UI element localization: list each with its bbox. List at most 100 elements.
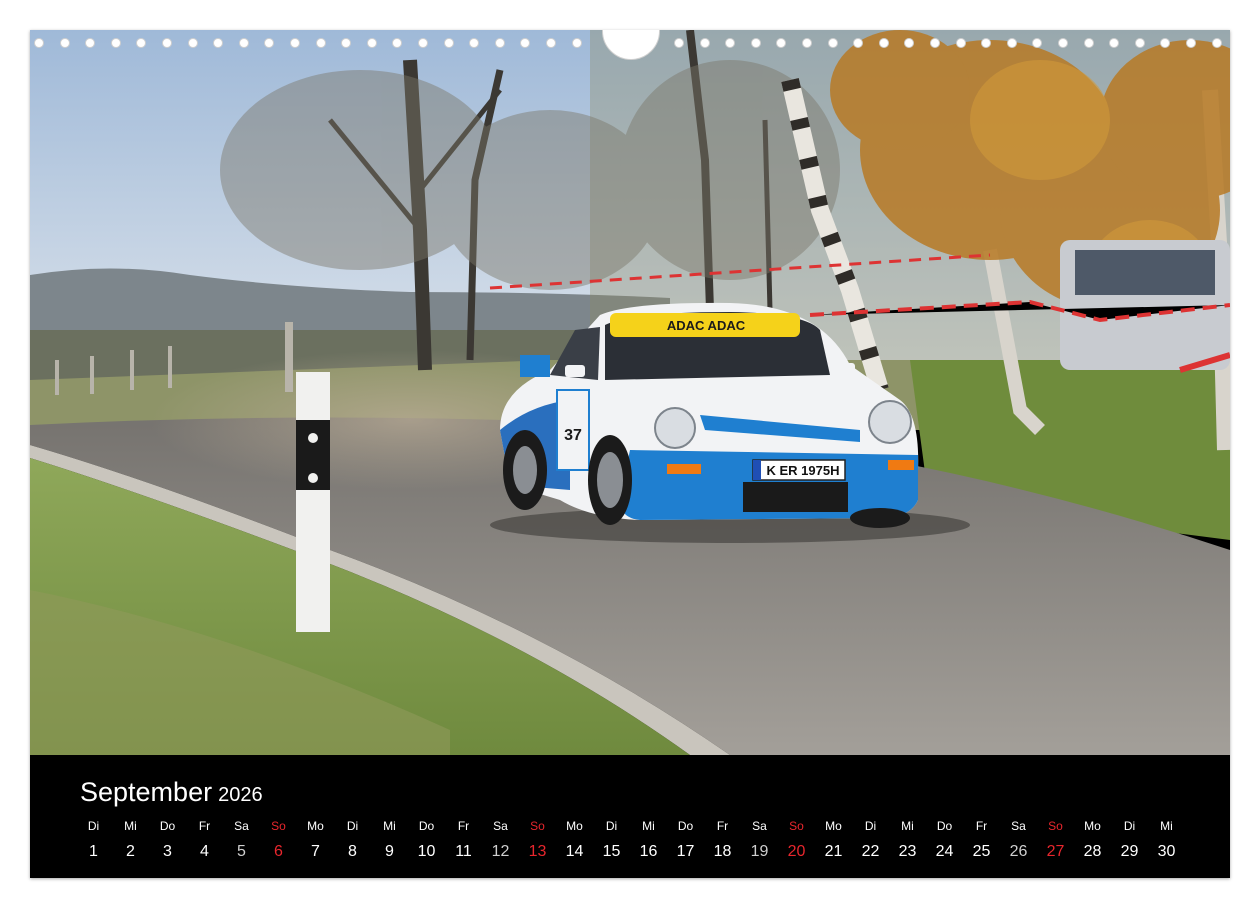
day-cell: Do 10 [408,819,445,861]
binding-hole [930,38,940,48]
day-number: 17 [676,843,695,860]
binding-hole [290,38,300,48]
weekday-label: Mi [383,819,396,833]
binding-hole [238,38,249,48]
day-number: 30 [1157,843,1176,860]
weekday-label: Do [418,819,435,833]
day-cell: Fr 18 [704,819,741,861]
binding-hole [853,38,864,48]
day-cell: Mo 28 [1074,819,1111,861]
weekday-label: So [530,819,545,833]
windshield-banner: ADAC ADAC [667,318,746,333]
day-cell: Sa 12 [482,819,519,861]
hanger-notch [602,30,660,60]
day-cell: Mo 14 [556,819,593,861]
day-cell: Di 15 [593,819,630,861]
day-number: 1 [89,843,98,860]
day-number: 24 [935,843,954,860]
binding-hole [366,38,377,48]
weekday-label: Sa [1011,819,1026,833]
day-number: 9 [385,843,394,860]
calendar-title: September 2026 [80,777,263,808]
day-cell: Do 24 [926,819,963,861]
day-number: 25 [972,843,991,860]
day-grid: Di 1 Mi 2 Do 3 Fr 4 Sa 5 So 6 Mo 7 Di 8 Mi 9 Do 10 Fr 11 Sa 12 S… [75,819,1185,869]
day-cell: So 27 [1037,819,1074,861]
binding-hole [469,38,480,48]
weekday-label: Mo [1084,819,1101,833]
day-number: 3 [163,843,172,860]
binding-hole [59,38,70,48]
day-number: 6 [274,843,283,860]
weekday-label: Do [677,819,694,833]
binding-hole [315,38,326,48]
binding-hole [1032,38,1043,48]
binding-hole [571,38,582,48]
day-number: 14 [565,843,584,860]
binding-hole [981,38,992,48]
weekday-label: Fr [457,819,470,833]
binding-hole [725,38,736,48]
binding-hole [213,38,224,48]
binding-hole [1109,38,1120,48]
day-number: 22 [861,843,880,860]
weekday-label: Mo [825,819,842,833]
day-cell: Fr 11 [445,819,482,861]
day-number: 19 [750,843,769,860]
day-number: 21 [824,843,843,860]
day-cell: Di 29 [1111,819,1148,861]
day-cell: Mi 9 [371,819,408,861]
day-cell: So 13 [519,819,556,861]
weekday-label: Di [346,819,359,833]
binding-hole [34,38,44,48]
binding-hole [904,38,915,48]
weekday-label: Mi [124,819,137,833]
weekday-label: So [271,819,286,833]
day-cell: Mi 30 [1148,819,1185,861]
weekday-label: Mi [901,819,914,833]
day-cell: Di 8 [334,819,371,861]
binding-hole [520,38,531,48]
weekday-label: Sa [234,819,249,833]
rally-car-photo: ADAC ADAC 37 K ER 1975H [30,30,1230,755]
binding-hole [136,38,147,48]
weekday-label: Fr [716,819,729,833]
weekday-label: Di [605,819,618,833]
binding-hole [699,38,710,48]
binding-hole [674,38,684,48]
wire-binding [30,30,1230,60]
binding-hole [1160,38,1171,48]
binding-hole [443,38,454,48]
binding-hole [827,38,838,48]
binding-hole [1134,38,1145,48]
weekday-label: Mo [307,819,324,833]
weekday-label: Sa [752,819,767,833]
day-cell: Do 3 [149,819,186,861]
day-cell: Mi 2 [112,819,149,861]
binding-hole [264,38,275,48]
binding-hole [110,38,121,48]
day-number: 5 [237,843,246,860]
weekday-label: Fr [975,819,988,833]
binding-hole [955,38,966,48]
day-cell: Di 22 [852,819,889,861]
binding-hole [546,38,556,48]
day-number: 18 [713,843,732,860]
binding-hole [187,38,198,48]
calendar-page: ADAC ADAC 37 K ER 1975H September 2026 D… [30,30,1230,878]
weekday-label: Mo [566,819,583,833]
day-number: 11 [455,843,472,860]
day-number: 8 [348,843,357,860]
day-cell: Di 1 [75,819,112,861]
day-number: 20 [787,843,806,860]
calendar-strip: September 2026 Di 1 Mi 2 Do 3 Fr 4 Sa 5 So 6 Mo 7 Di 8 Mi… [30,755,1230,878]
binding-hole [1006,38,1017,48]
day-number: 15 [602,843,621,860]
weekday-label: Di [1123,819,1136,833]
weekday-label: So [1048,819,1063,833]
day-number: 7 [311,843,320,860]
binding-hole [750,38,761,48]
day-cell: So 6 [260,819,297,861]
binding-hole [85,38,96,48]
binding-hole [776,38,787,48]
